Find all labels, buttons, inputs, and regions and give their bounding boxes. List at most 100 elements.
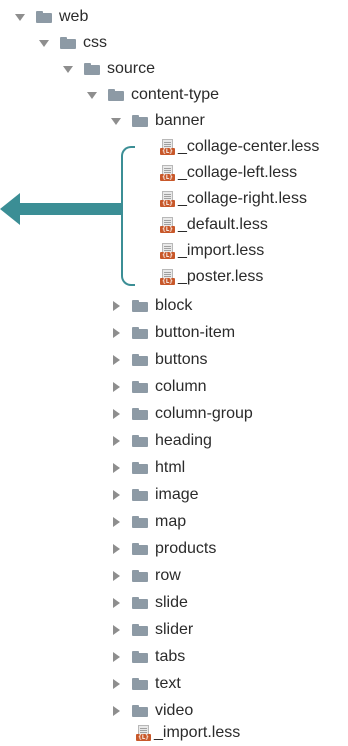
tree-item-label: slide	[155, 594, 188, 611]
less-file-icon: {L}	[160, 139, 175, 155]
collapse-arrow-icon[interactable]	[110, 327, 122, 339]
folder-icon	[132, 300, 148, 312]
folder-icon	[132, 678, 148, 690]
folder-icon	[132, 435, 148, 447]
tree-folder-slide[interactable]: slide	[110, 590, 188, 616]
tree-folder-banner[interactable]: banner	[110, 108, 205, 134]
highlight-arrow-shaft	[14, 203, 121, 215]
collapse-arrow-icon[interactable]	[110, 624, 122, 636]
tree-folder-web[interactable]: web	[14, 4, 88, 30]
tree-item-label: row	[155, 567, 181, 584]
tree-item-label: source	[107, 60, 156, 77]
tree-item-label: _import.less	[178, 242, 265, 259]
tree-item-label: column	[155, 378, 207, 395]
folder-icon	[60, 37, 76, 49]
tree-folder-content-type[interactable]: content-type	[86, 82, 219, 108]
collapse-arrow-icon[interactable]	[110, 705, 122, 717]
less-file-icon: {L}	[160, 269, 175, 285]
less-file-icon: {L}	[160, 191, 175, 207]
collapse-arrow-icon[interactable]	[110, 651, 122, 663]
tree-item-label: buttons	[155, 351, 208, 368]
tree-item-label: products	[155, 540, 217, 557]
folder-icon	[132, 354, 148, 366]
tree-folder-heading[interactable]: heading	[110, 428, 212, 454]
collapse-arrow-icon[interactable]	[110, 381, 122, 393]
tree-folder-block[interactable]: block	[110, 293, 192, 319]
collapse-arrow-icon[interactable]	[110, 300, 122, 312]
tree-folder-source[interactable]: source	[62, 56, 155, 82]
tree-item-label: tabs	[155, 648, 186, 665]
folder-icon	[132, 115, 148, 127]
tree-folder-products[interactable]: products	[110, 536, 216, 562]
less-file-icon: {L}	[136, 725, 151, 741]
folder-icon	[36, 11, 52, 23]
tree-folder-image[interactable]: image	[110, 482, 199, 508]
tree-file-poster[interactable]: {L} _poster.less	[160, 264, 263, 290]
folder-icon	[132, 408, 148, 420]
collapse-arrow-icon[interactable]	[110, 516, 122, 528]
collapse-arrow-icon[interactable]	[110, 678, 122, 690]
folder-icon	[132, 705, 148, 717]
collapse-arrow-icon[interactable]	[110, 489, 122, 501]
tree-file-default[interactable]: {L} _default.less	[160, 212, 268, 238]
tree-item-label: column-group	[155, 405, 253, 422]
tree-item-label: _default.less	[178, 216, 268, 233]
tree-folder-tabs[interactable]: tabs	[110, 644, 185, 670]
tree-folder-column[interactable]: column	[110, 374, 207, 400]
tree-item-label: _poster.less	[178, 268, 264, 285]
collapse-arrow-icon[interactable]	[110, 462, 122, 474]
tree-item-label: block	[155, 297, 193, 314]
folder-icon	[132, 462, 148, 474]
collapse-arrow-icon[interactable]	[110, 354, 122, 366]
folder-icon	[108, 89, 124, 101]
folder-icon	[132, 489, 148, 501]
expand-arrow-icon[interactable]	[110, 115, 122, 127]
tree-item-label: html	[155, 459, 186, 476]
collapse-arrow-icon[interactable]	[110, 408, 122, 420]
expand-arrow-icon[interactable]	[38, 37, 50, 49]
expand-arrow-icon[interactable]	[14, 11, 26, 23]
collapse-arrow-icon[interactable]	[110, 435, 122, 447]
tree-item-label: _import.less	[154, 724, 241, 741]
tree-file-collage-right[interactable]: {L} _collage-right.less	[160, 186, 307, 212]
tree-item-label: button-item	[155, 324, 236, 341]
tree-item-label: slider	[155, 621, 194, 638]
tree-folder-map[interactable]: map	[110, 509, 186, 535]
tree-folder-css[interactable]: css	[38, 30, 107, 56]
less-file-icon: {L}	[160, 243, 175, 259]
tree-file-collage-center[interactable]: {L} _collage-center.less	[160, 134, 319, 160]
tree-item-label: _collage-right.less	[178, 190, 307, 207]
tree-folder-button-item[interactable]: button-item	[110, 320, 235, 346]
tree-file-content-type-import[interactable]: {L} _import.less	[136, 720, 240, 746]
folder-icon	[132, 624, 148, 636]
folder-icon	[132, 543, 148, 555]
folder-icon	[132, 651, 148, 663]
collapse-arrow-icon[interactable]	[110, 570, 122, 582]
tree-item-label: image	[155, 486, 199, 503]
collapse-arrow-icon[interactable]	[110, 597, 122, 609]
tree-item-label: web	[59, 8, 89, 25]
highlight-bracket	[121, 146, 135, 286]
folder-icon	[132, 381, 148, 393]
tree-folder-slider[interactable]: slider	[110, 617, 193, 643]
tree-folder-html[interactable]: html	[110, 455, 185, 481]
tree-folder-column-group[interactable]: column-group	[110, 401, 253, 427]
tree-folder-text[interactable]: text	[110, 671, 181, 697]
folder-icon	[84, 63, 100, 75]
tree-item-label: text	[155, 675, 181, 692]
highlight-arrow-icon	[0, 193, 20, 225]
folder-icon	[132, 570, 148, 582]
tree-item-label: video	[155, 702, 194, 719]
tree-item-label: banner	[155, 112, 205, 129]
tree-item-label: map	[155, 513, 187, 530]
collapse-arrow-icon[interactable]	[110, 543, 122, 555]
tree-file-collage-left[interactable]: {L} _collage-left.less	[160, 160, 297, 186]
tree-item-label: _collage-center.less	[178, 138, 320, 155]
tree-folder-buttons[interactable]: buttons	[110, 347, 207, 373]
expand-arrow-icon[interactable]	[86, 89, 98, 101]
tree-item-label: content-type	[131, 86, 220, 103]
tree-file-import[interactable]: {L} _import.less	[160, 238, 264, 264]
expand-arrow-icon[interactable]	[62, 63, 74, 75]
tree-folder-row[interactable]: row	[110, 563, 181, 589]
tree-item-label: heading	[155, 432, 212, 449]
